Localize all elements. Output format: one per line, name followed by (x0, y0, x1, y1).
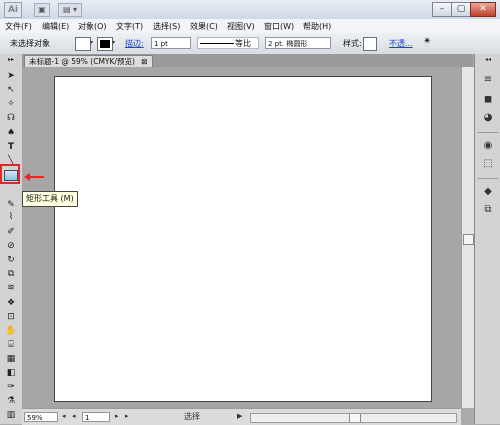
last-artboard-icon[interactable]: ▸ (125, 412, 129, 420)
layers-panel-icon[interactable]: ◆ (482, 186, 494, 198)
panel-separator (478, 178, 498, 179)
pen-tool-icon[interactable]: ♠ (4, 127, 18, 139)
column-graph-tool-icon[interactable]: ▥ (4, 409, 18, 421)
menu-view[interactable]: 视图(V) (227, 21, 255, 32)
panel-collapse-icon[interactable]: ▸▸ (4, 56, 18, 64)
artboards-panel-icon[interactable]: ⧉ (482, 204, 494, 216)
previous-artboard-icon[interactable]: ◂ (72, 412, 76, 420)
bridge-button[interactable]: ▣ (34, 3, 50, 17)
style-label: 样式: (343, 39, 362, 48)
restore-button[interactable]: ▢ (451, 2, 471, 17)
rectangle-tool-icon[interactable] (4, 170, 18, 181)
menu-edit[interactable]: 编辑(E) (42, 21, 69, 32)
rectangle-tool-tooltip: 矩形工具 (M) (22, 191, 78, 207)
stroke-panel-icon[interactable]: ◉ (482, 140, 494, 152)
lasso-tool-icon[interactable]: ☊ (4, 112, 18, 124)
close-button[interactable]: ✕ (470, 2, 496, 17)
artboard[interactable] (54, 76, 432, 402)
tab-close-icon[interactable]: ⊠ (141, 57, 147, 66)
stroke-label[interactable]: 描边: (125, 38, 144, 49)
horizontal-scroll-thumb[interactable] (349, 414, 361, 422)
menu-object[interactable]: 对象(O) (78, 21, 107, 32)
stroke-weight-field[interactable]: 1 pt (151, 37, 191, 49)
paintbrush-tool-icon[interactable]: ✎ (4, 199, 18, 211)
profile-line (200, 43, 234, 44)
menu-select[interactable]: 选择(S) (153, 21, 180, 32)
appearance-panel-icon[interactable]: ⬚ (482, 158, 494, 170)
vertical-scroll-thumb[interactable] (463, 234, 474, 245)
selection-status: 未选择对象 (10, 39, 50, 48)
menu-file[interactable]: 文件(F) (5, 21, 32, 32)
status-bar: 59% ◂ ◂ 1 ▸ ▸ 选择 ▶ (22, 408, 461, 425)
stroke-color-chip (100, 40, 110, 48)
control-bar: 未选择对象 ▾ ▾ 描边: 1 pt 等比 2 pt. 椭圆形 样式: 不透..… (0, 33, 500, 55)
right-panel-dock: ◂◂ ≡ ◼ ◕ ◉ ⬚ ◆ ⧉ (474, 54, 500, 424)
document-tab-title: 未标题-1 @ 59% (CMYK/预览) (29, 57, 135, 66)
magic-wand-tool-icon[interactable]: ✧ (4, 98, 18, 110)
brush-definition-field[interactable]: 2 pt. 椭圆形 (265, 37, 331, 49)
first-artboard-icon[interactable]: ◂ (62, 412, 66, 420)
fill-dropdown-icon[interactable]: ▾ (90, 38, 96, 48)
swatches-panel-icon[interactable]: ◕ (482, 112, 494, 124)
rotate-tool-icon[interactable]: ↻ (4, 254, 18, 266)
symbol-sprayer-tool-icon[interactable]: ⚗ (4, 395, 18, 407)
minimize-button[interactable]: – (432, 2, 452, 17)
next-artboard-icon[interactable]: ▸ (115, 412, 119, 420)
shape-builder-tool-icon[interactable]: ⊡ (4, 311, 18, 323)
menu-window[interactable]: 窗口(W) (264, 21, 294, 32)
free-transform-tool-icon[interactable]: ❖ (4, 297, 18, 309)
selection-tool-icon[interactable]: ➤ (4, 70, 18, 82)
fill-swatch[interactable] (75, 37, 91, 51)
menu-bar: 文件(F) 编辑(E) 对象(O) 文字(T) 选择(S) 效果(C) 视图(V… (0, 19, 500, 34)
direct-selection-tool-icon[interactable]: ↖ (4, 84, 18, 96)
annotation-arrow-icon (24, 173, 30, 181)
opacity-link[interactable]: 不透... (389, 38, 413, 49)
dock-collapse-icon[interactable]: ◂◂ (482, 56, 494, 64)
type-tool-icon[interactable]: T (4, 141, 18, 153)
brush-options-icon[interactable]: ✴ (423, 36, 431, 47)
stroke-swatch[interactable] (97, 37, 113, 51)
scale-tool-icon[interactable]: ⧉ (4, 268, 18, 280)
menu-effect[interactable]: 效果(C) (190, 21, 218, 32)
arrange-documents-button[interactable]: ▤ ▾ (58, 3, 82, 17)
status-mode-label[interactable]: 选择 (184, 411, 200, 422)
mesh-tool-icon[interactable]: ⌸ (4, 339, 18, 351)
menu-type[interactable]: 文字(T) (116, 21, 143, 32)
artboard-number-field[interactable]: 1 (82, 412, 110, 422)
status-menu-arrow-icon[interactable]: ▶ (237, 412, 242, 420)
app-logo: Ai (4, 2, 22, 18)
horizontal-scrollbar[interactable] (250, 413, 457, 423)
color-guide-icon[interactable]: ◼ (482, 94, 494, 106)
perspective-grid-tool-icon[interactable]: ✋ (4, 325, 18, 337)
title-bar: Ai ▣ ▤ ▾ – ▢ ✕ (0, 0, 500, 20)
eyedropper-tool-icon[interactable]: ◧ (4, 367, 18, 379)
tools-panel: ▸▸ ➤ ↖ ✧ ☊ ♠ T ╲ ✎ ⌇ ✐ ⊘ ↻ ⧉ ≋ ❖ ⊡ ✋ ⌸ ▦… (0, 54, 23, 424)
stroke-dropdown-icon[interactable]: ▾ (112, 38, 118, 48)
color-panel-icon[interactable]: ≡ (482, 74, 494, 86)
panel-separator (478, 132, 498, 133)
gradient-tool-icon[interactable]: ▦ (4, 353, 18, 365)
style-swatch[interactable] (363, 37, 377, 51)
menu-help[interactable]: 帮助(H) (303, 21, 331, 32)
warp-tool-icon[interactable]: ≋ (4, 282, 18, 294)
blend-tool-icon[interactable]: ✑ (4, 381, 18, 393)
profile-label: 等比 (235, 39, 251, 48)
eraser-tool-icon[interactable]: ⊘ (4, 240, 18, 252)
blob-brush-tool-icon[interactable]: ✐ (4, 226, 18, 238)
pencil-tool-icon[interactable]: ⌇ (4, 211, 18, 223)
zoom-field[interactable]: 59% (24, 412, 58, 422)
